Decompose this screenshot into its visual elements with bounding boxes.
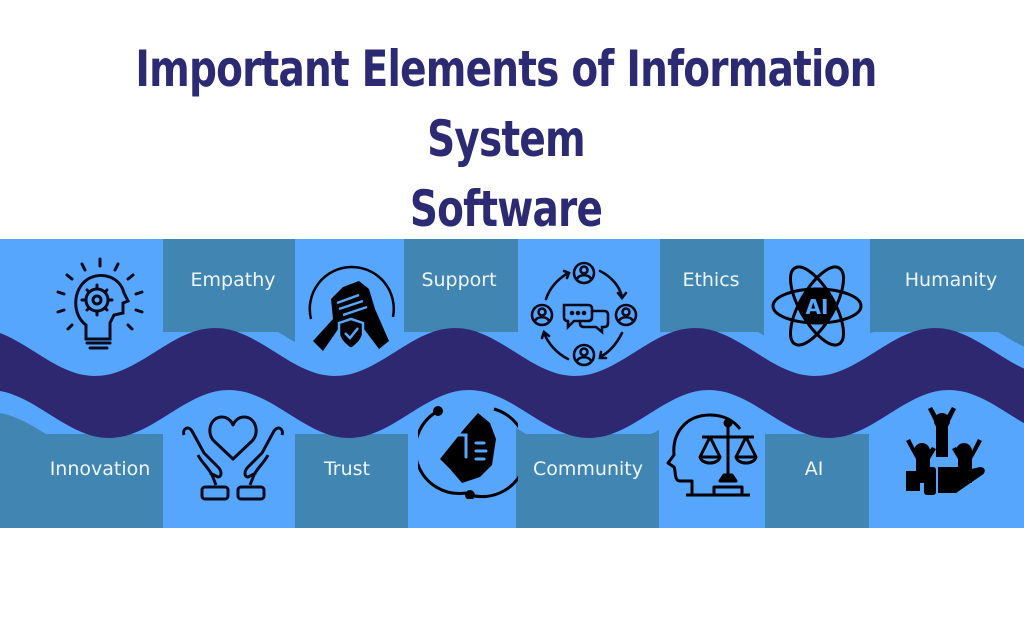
head-justice-scale-icon bbox=[666, 413, 758, 497]
label-community: Community bbox=[533, 458, 643, 480]
group-cheering-hand-icon bbox=[906, 407, 985, 495]
community-chat-cycle-icon bbox=[530, 261, 638, 367]
label-empathy: Empathy bbox=[190, 269, 276, 291]
helping-hand-circle-icon bbox=[418, 406, 518, 499]
lightbulb-gear-head-icon bbox=[56, 257, 144, 350]
title-line-1: Important Elements of Information System bbox=[135, 40, 877, 168]
label-innovation: Innovation bbox=[49, 458, 151, 480]
ai-atom-icon: AI bbox=[771, 265, 863, 347]
hands-heart-icon bbox=[182, 415, 284, 501]
label-support: Support bbox=[421, 269, 497, 291]
ai-badge-text: AI bbox=[806, 295, 829, 319]
elements-strip: Empathy Support Ethics Humanity Innovati… bbox=[0, 239, 1024, 528]
joined-hands-shield-icon bbox=[308, 265, 395, 351]
page-title: Important Elements of Information System… bbox=[111, 34, 900, 244]
title-line-2: Software bbox=[409, 180, 603, 238]
label-ethics: Ethics bbox=[682, 269, 740, 291]
label-trust: Trust bbox=[323, 458, 371, 480]
label-humanity: Humanity bbox=[904, 269, 998, 291]
label-ai: AI bbox=[804, 458, 824, 480]
